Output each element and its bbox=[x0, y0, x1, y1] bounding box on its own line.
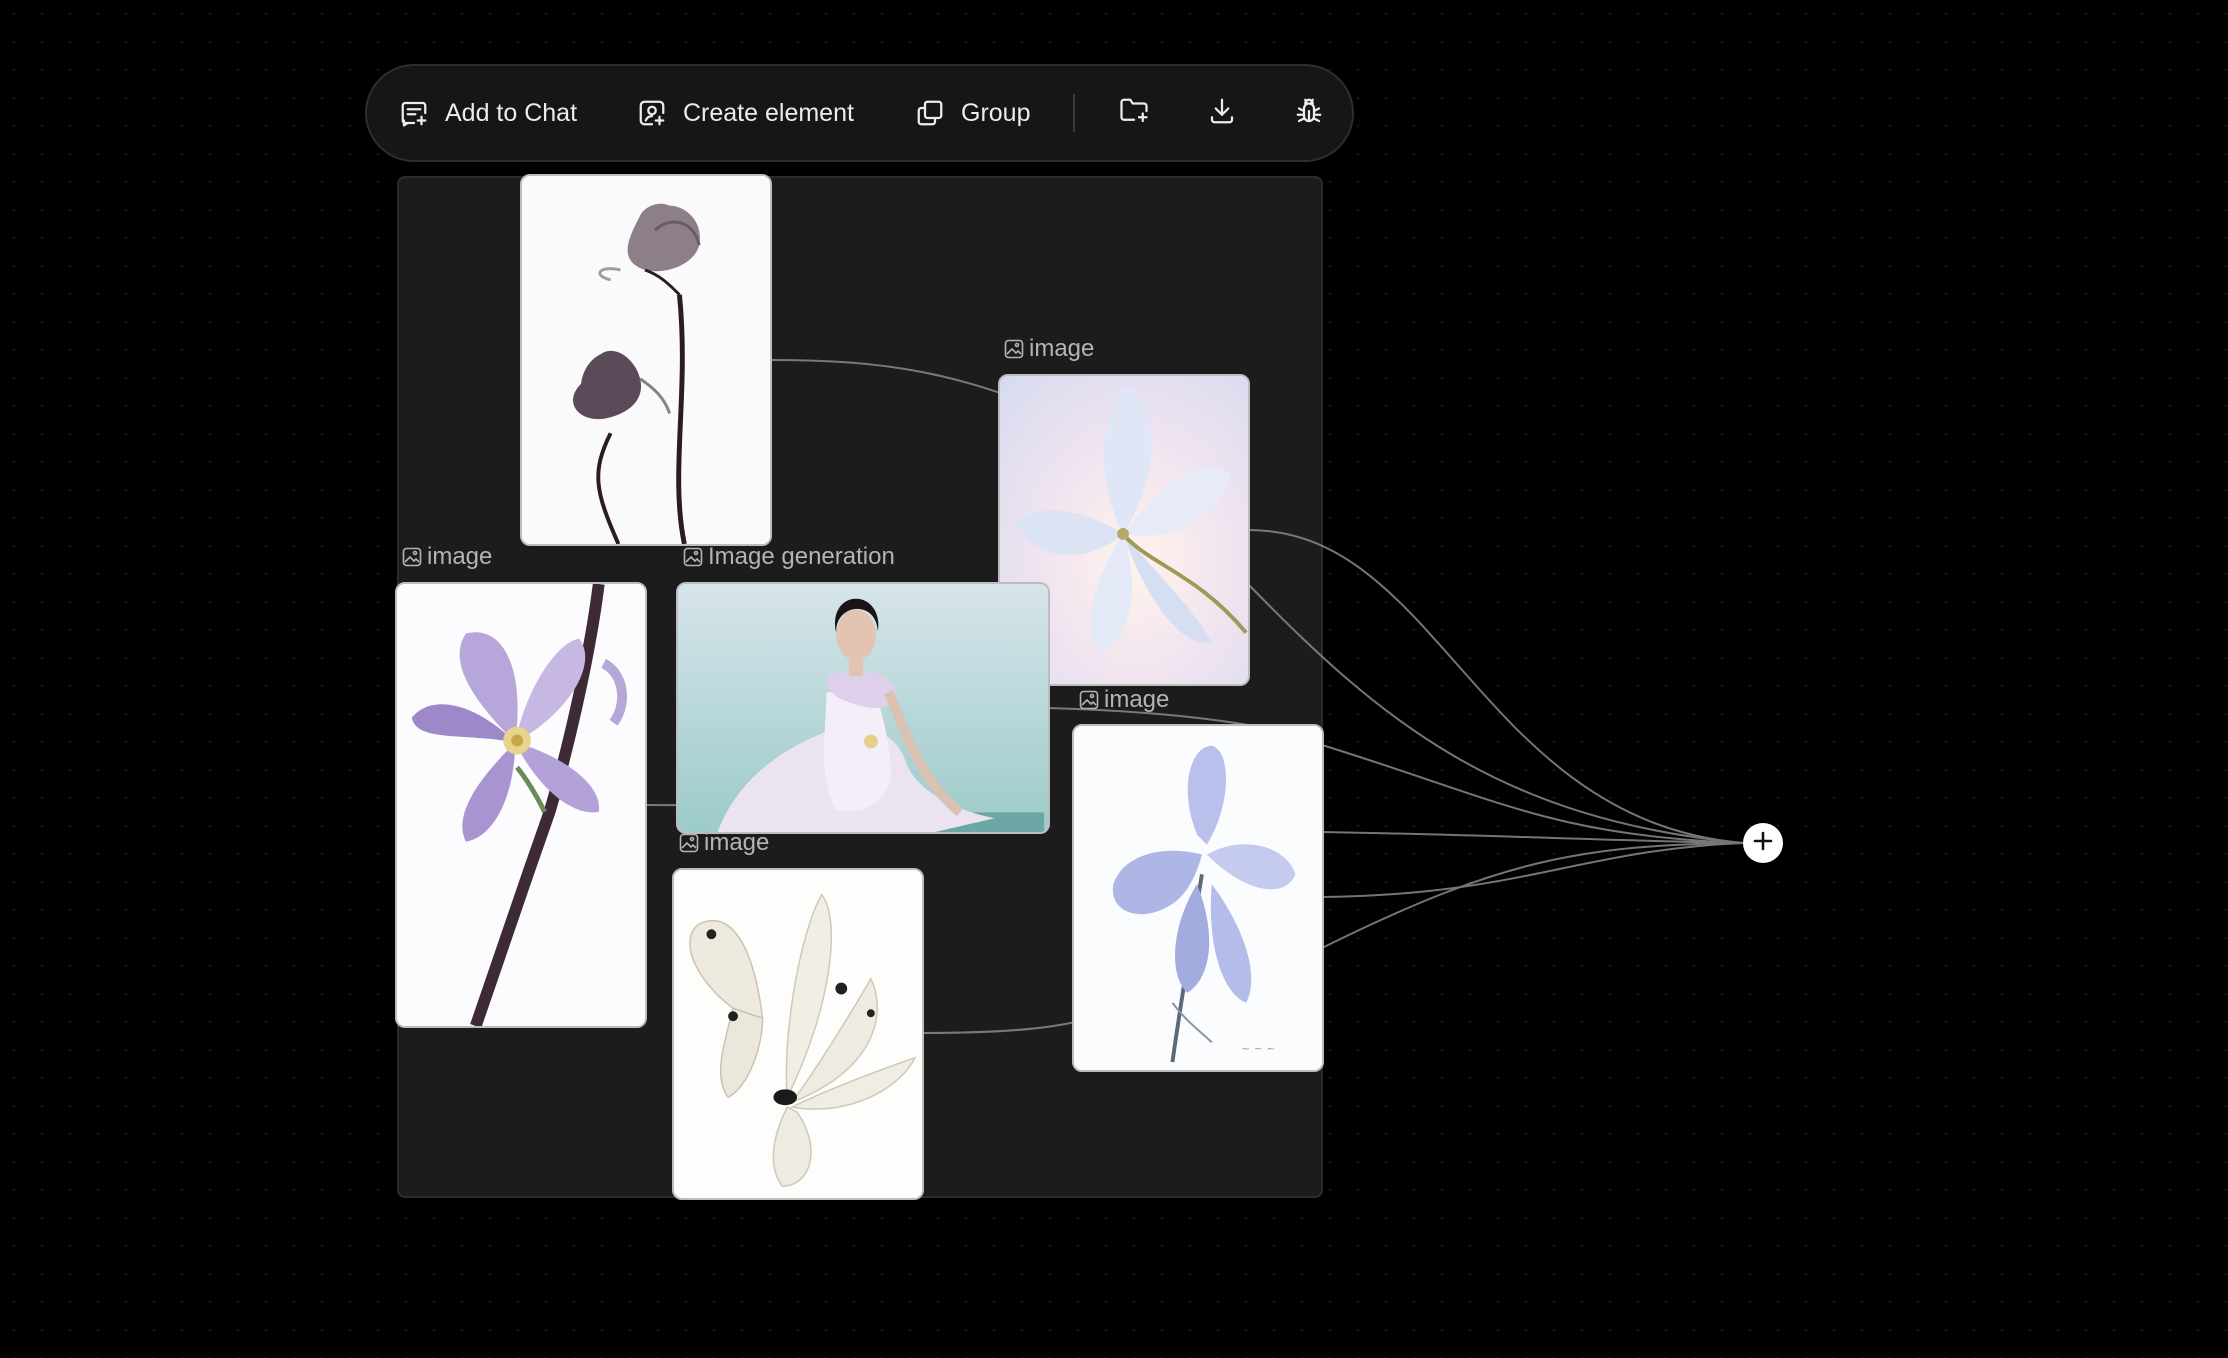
iris-image: ~ ~ ~ bbox=[1074, 726, 1322, 1070]
butterfly-image bbox=[674, 870, 922, 1198]
debug-button[interactable] bbox=[1289, 93, 1329, 133]
add-to-chat-label: Add to Chat bbox=[445, 98, 578, 127]
image-node-label: image bbox=[1004, 334, 1094, 364]
download-icon bbox=[1207, 96, 1237, 131]
add-to-chat-button[interactable]: Add to Chat bbox=[399, 66, 577, 160]
edge-iris1-to-add bbox=[1321, 744, 1744, 844]
image-icon bbox=[1004, 339, 1024, 359]
chat-plus-icon bbox=[399, 98, 429, 128]
download-button[interactable] bbox=[1202, 93, 1242, 133]
toolbar-divider bbox=[1073, 94, 1075, 132]
add-node-button[interactable] bbox=[1743, 823, 1783, 863]
image-icon bbox=[402, 547, 422, 567]
image-node-blossom[interactable] bbox=[395, 582, 647, 1028]
edge-iris2-to-add bbox=[1321, 831, 1744, 844]
plus-icon bbox=[1752, 830, 1774, 857]
group-label: Group bbox=[961, 98, 1031, 127]
bug-icon bbox=[1294, 96, 1324, 131]
lily-label-text: image bbox=[1029, 335, 1095, 362]
generation-label-text: Image generation bbox=[708, 543, 895, 570]
blossom-image bbox=[397, 584, 645, 1026]
edge-iris3-to-add bbox=[1321, 842, 1744, 898]
canvas[interactable]: Add to Chat Create element Group image i… bbox=[0, 0, 2228, 1358]
selection-toolbar: Add to Chat Create element Group bbox=[365, 64, 1354, 162]
iris-label-text: image bbox=[1104, 686, 1170, 713]
image-node-label: image bbox=[679, 828, 769, 858]
image-icon bbox=[679, 833, 699, 853]
create-element-label: Create element bbox=[683, 98, 854, 127]
group-icon bbox=[915, 98, 945, 128]
image-node-iris[interactable]: ~ ~ ~ bbox=[1072, 724, 1324, 1072]
add-to-folder-button[interactable] bbox=[1114, 93, 1154, 133]
create-element-icon bbox=[637, 98, 667, 128]
blossom-label-text: image bbox=[427, 543, 493, 570]
image-node-butterfly[interactable] bbox=[672, 868, 924, 1200]
image-generation-label: Image generation bbox=[683, 542, 895, 572]
folder-plus-icon bbox=[1119, 96, 1149, 131]
generation-image bbox=[678, 584, 1048, 832]
edge-iris4-to-add bbox=[1321, 842, 1744, 949]
butterfly-label-text: image bbox=[704, 829, 770, 856]
create-element-button[interactable]: Create element bbox=[637, 66, 854, 160]
image-icon bbox=[683, 547, 703, 567]
group-button[interactable]: Group bbox=[915, 66, 1030, 160]
image-node-label: image bbox=[402, 542, 492, 572]
image-node-generation[interactable] bbox=[676, 582, 1050, 834]
svg-text:~ ~ ~: ~ ~ ~ bbox=[1241, 1042, 1275, 1055]
image-node-label: image bbox=[1079, 685, 1169, 715]
image-node-tulip[interactable] bbox=[520, 174, 772, 546]
tulip-image bbox=[522, 176, 770, 544]
image-icon bbox=[1079, 690, 1099, 710]
